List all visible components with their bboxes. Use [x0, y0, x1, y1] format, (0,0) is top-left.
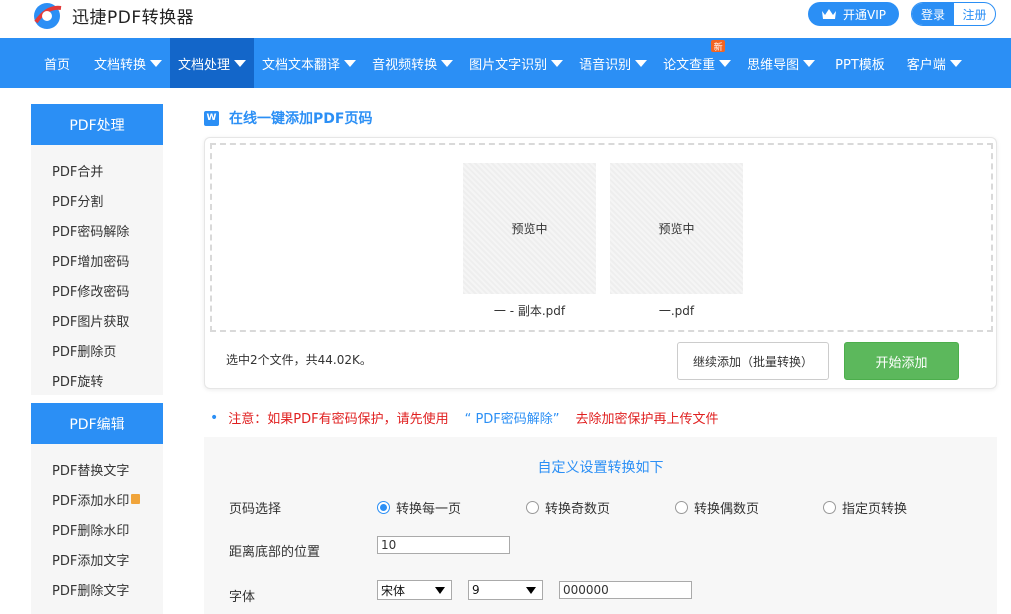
page-title: W 在线一键添加PDF页码 — [204, 108, 372, 128]
caret-down-icon — [949, 59, 962, 67]
caret-down-icon — [635, 59, 648, 67]
sidebar-item-pdf-add-watermark[interactable]: PDF添加水印 — [31, 484, 163, 514]
continue-add-button[interactable]: 继续添加（批量转换） — [677, 342, 829, 380]
sidebar-item-pdf-rotate[interactable]: PDF旋转 — [31, 365, 163, 395]
nav-item-av-convert[interactable]: 音视频转换 — [364, 38, 461, 88]
login-button[interactable]: 登录 — [912, 3, 954, 25]
font-label: 字体 — [229, 590, 256, 605]
selection-info: 选中2个文件，共44.02K。 — [226, 353, 372, 367]
app-logo-icon — [34, 3, 62, 29]
sidebar-group-pdf-edit: PDF编辑 — [31, 403, 163, 444]
caret-down-icon — [441, 59, 454, 67]
sidebar-item-pdf-unlock[interactable]: PDF密码解除 — [31, 215, 163, 245]
nav-item-ocr[interactable]: 图片文字识别 — [461, 38, 571, 88]
sidebar-item-pdf-remove-watermark[interactable]: PDF删除水印 — [31, 514, 163, 544]
font-select[interactable]: 宋体 — [377, 580, 452, 600]
settings-panel: 自定义设置转换如下 页码选择 转换每一页 转换奇数页 转换偶数页 指定页转换 距… — [204, 437, 997, 614]
sidebar-group-pdf-process: PDF处理 — [31, 104, 163, 145]
radio-even-pages[interactable]: 转换偶数页 — [675, 498, 759, 517]
crown-icon — [822, 9, 836, 19]
password-notice: • 注意：如果PDF有密码保护，请先使用 “ PDF密码解除” 去除加密保护再上… — [210, 408, 719, 428]
radio-unchecked-icon — [675, 501, 688, 514]
vip-label: 开通VIP — [843, 7, 886, 22]
radio-odd-pages[interactable]: 转换奇数页 — [526, 498, 610, 517]
nav-item-home[interactable]: 首页 — [36, 38, 78, 88]
caret-down-icon — [803, 59, 816, 67]
register-button[interactable]: 注册 — [954, 3, 995, 25]
nav-item-doc-process[interactable]: 文档处理 — [170, 38, 255, 88]
main-nav: 首页 文档转换 文档处理 文档文本翻译 音视频转换 图片文字识别 语音识别 论文… — [0, 38, 1011, 88]
nav-item-translate[interactable]: 文档文本翻译 — [254, 38, 364, 88]
caret-down-icon — [719, 59, 732, 67]
caret-down-icon — [150, 59, 163, 67]
bookmark-icon — [131, 494, 141, 504]
nav-item-plagiarism[interactable]: 论文查重新 — [655, 38, 739, 88]
sidebar-item-pdf-change-password[interactable]: PDF修改密码 — [31, 275, 163, 305]
upload-card: 预览中 一 - 副本.pdf 预览中 一.pdf 选中2个文件，共44.02K。… — [204, 137, 997, 389]
top-bar: 迅捷PDF转换器 开通VIP 登录 注册 — [0, 0, 1011, 38]
caret-down-icon — [234, 59, 247, 67]
file-name: 一 - 副本.pdf — [493, 304, 566, 318]
sidebar: PDF处理 PDF合并 PDF分割 PDF密码解除 PDF增加密码 PDF修改密… — [31, 104, 163, 614]
nav-item-mindmap[interactable]: 思维导图 — [739, 38, 823, 88]
brand-name: 迅捷PDF转换器 — [72, 8, 195, 28]
file-thumbnail[interactable]: 预览中 — [610, 163, 743, 294]
file-drop-zone[interactable]: 预览中 一 - 副本.pdf 预览中 一.pdf — [210, 143, 993, 332]
radio-unchecked-icon — [526, 501, 539, 514]
caret-down-icon — [344, 59, 357, 67]
nav-item-speech[interactable]: 语音识别 — [571, 38, 655, 88]
start-add-button[interactable]: 开始添加 — [844, 342, 959, 380]
file-thumbnail[interactable]: 预览中 — [463, 163, 596, 294]
sidebar-item-pdf-merge[interactable]: PDF合并 — [31, 155, 163, 185]
radio-unchecked-icon — [823, 501, 836, 514]
dropdown-arrow-icon — [435, 587, 445, 594]
nav-item-ppt[interactable]: PPT模板 — [827, 38, 893, 88]
sidebar-item-pdf-delete-text[interactable]: PDF删除文字 — [31, 574, 163, 604]
auth-group: 登录 注册 — [911, 2, 996, 26]
sidebar-item-pdf-add-password[interactable]: PDF增加密码 — [31, 245, 163, 275]
page-select-label: 页码选择 — [229, 502, 282, 517]
caret-down-icon — [551, 59, 564, 67]
font-size-select[interactable]: 9 — [468, 580, 543, 600]
bottom-distance-label: 距离底部的位置 — [229, 545, 321, 560]
bottom-distance-input[interactable]: 10 — [377, 536, 510, 554]
sidebar-item-pdf-split[interactable]: PDF分割 — [31, 185, 163, 215]
bullet-icon: • — [210, 409, 219, 426]
dropdown-arrow-icon — [526, 587, 536, 594]
word-doc-icon: W — [204, 110, 219, 126]
file-name: 一.pdf — [658, 304, 695, 318]
sidebar-item-pdf-replace-text[interactable]: PDF替换文字 — [31, 454, 163, 484]
settings-title: 自定义设置转换如下 — [537, 460, 664, 476]
open-vip-button[interactable]: 开通VIP — [808, 2, 899, 26]
nav-item-client[interactable]: 客户端 — [899, 38, 970, 88]
font-color-input[interactable]: 000000 — [559, 581, 692, 599]
new-badge: 新 — [711, 40, 726, 53]
nav-item-doc-convert[interactable]: 文档转换 — [86, 38, 170, 88]
sidebar-item-pdf-delete-page[interactable]: PDF删除页 — [31, 335, 163, 365]
pdf-unlock-link[interactable]: “ PDF密码解除” — [465, 408, 560, 427]
sidebar-item-pdf-extract-images[interactable]: PDF图片获取 — [31, 305, 163, 335]
radio-checked-icon — [377, 501, 390, 514]
radio-every-page[interactable]: 转换每一页 — [377, 498, 461, 517]
sidebar-item-pdf-add-text[interactable]: PDF添加文字 — [31, 544, 163, 574]
radio-specified-pages[interactable]: 指定页转换 — [823, 498, 907, 517]
